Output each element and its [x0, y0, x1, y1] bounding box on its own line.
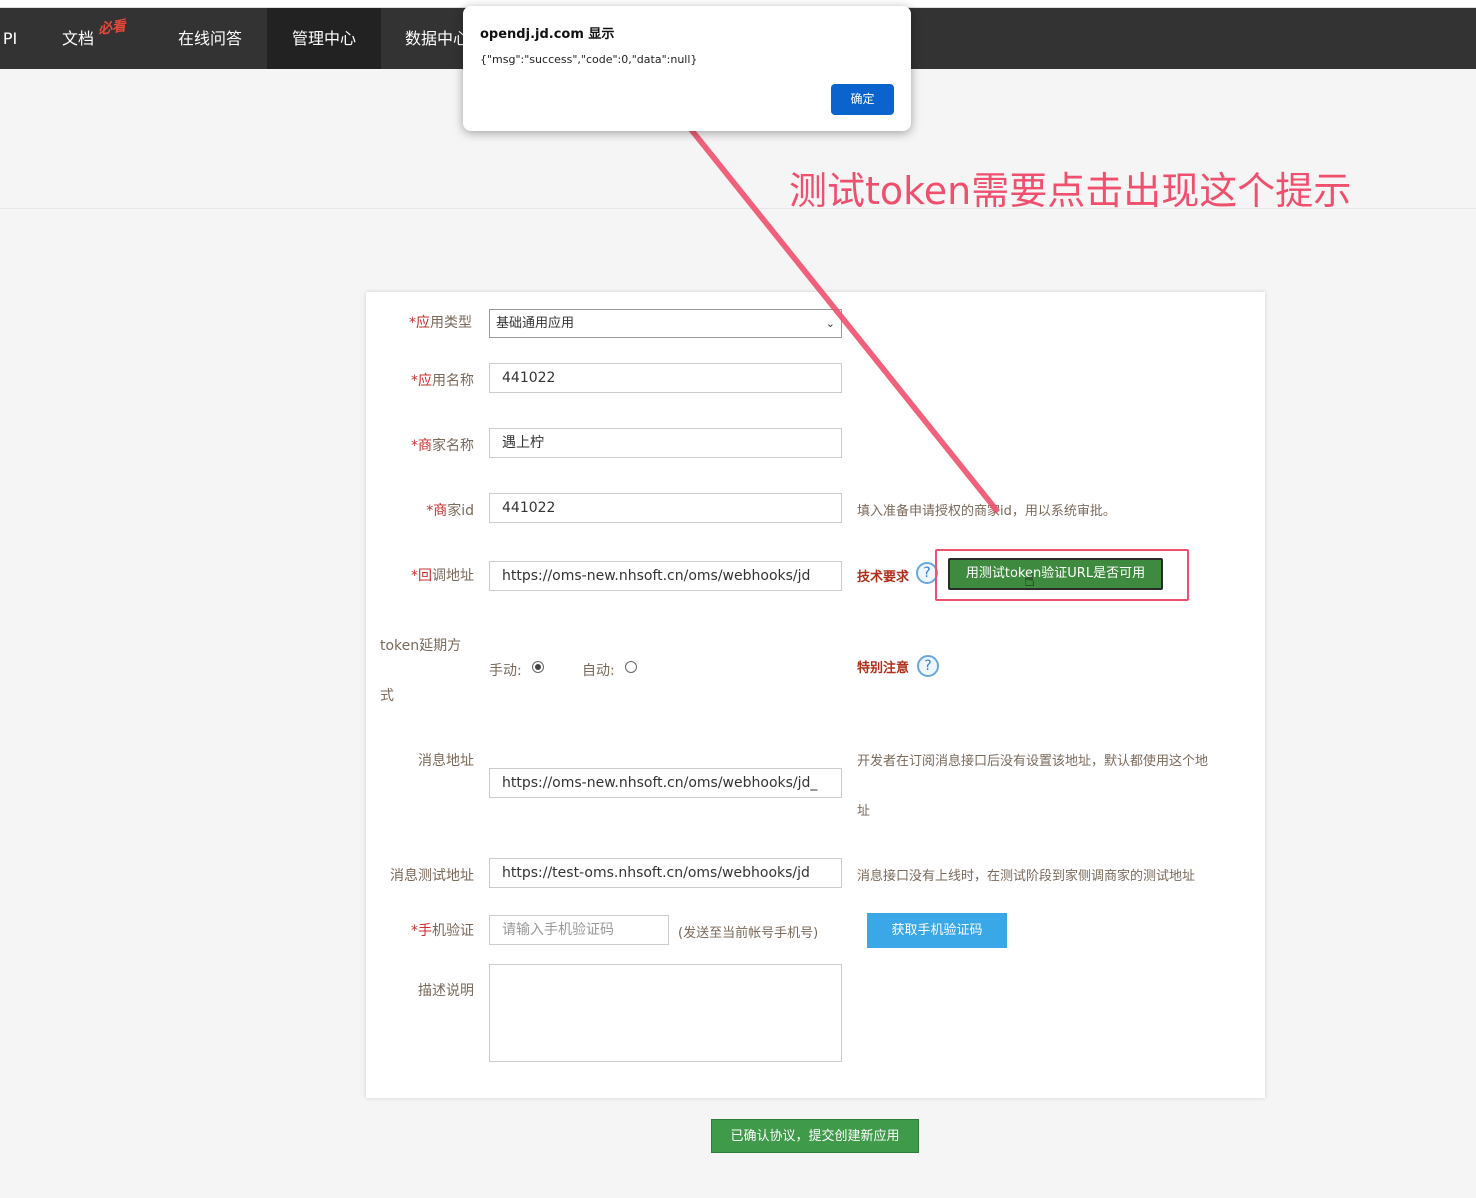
app-type-select[interactable]: 基础通用应用 ⌄ — [489, 309, 842, 338]
msg-address-input[interactable]: https://oms-new.nhsoft.cn/oms/webhooks/j… — [489, 768, 842, 798]
alert-message: {"msg":"success","code":0,"data":null} — [480, 53, 698, 66]
msg-address-hint-line1: 开发者在订阅消息接口后没有设置该地址，默认都使用这个地 — [857, 754, 1209, 769]
special-note-label: 特别注意 — [857, 661, 910, 676]
tech-requirement-label: 技术要求 — [857, 570, 910, 585]
alert-ok-button[interactable]: 确定 — [831, 84, 894, 115]
alert-dialog: opendj.jd.com 显示 {"msg":"success","code"… — [463, 6, 911, 131]
msg-test-address-label: 消息测试地址 — [390, 868, 474, 884]
annotation-text: 测试token需要点击出现这个提示 — [789, 169, 1352, 213]
nav-item-label: 管理中心 — [291, 29, 356, 48]
token-renewal-label-line2: 式 — [380, 688, 394, 704]
nav-item-label: 在线问答 — [177, 29, 242, 48]
auto-radio[interactable] — [625, 661, 637, 673]
nav-item-admin[interactable]: 管理中心 — [267, 8, 381, 69]
msg-address-label: 消息地址 — [418, 753, 474, 769]
msg-test-address-input[interactable]: https://test-oms.nhsoft.cn/oms/webhooks/… — [489, 858, 842, 888]
phone-hint: (发送至当前帐号手机号) — [678, 926, 819, 941]
callback-url-input[interactable]: https://oms-new.nhsoft.cn/oms/webhooks/j… — [489, 561, 842, 591]
merchant-id-input[interactable]: 441022 — [489, 493, 842, 523]
submit-button[interactable]: 已确认协议，提交创建新应用 — [711, 1119, 919, 1153]
msg-test-address-hint: 消息接口没有上线时，在测试阶段到家侧调商家的测试地址 — [857, 869, 1196, 884]
auto-radio-label: 自动: — [582, 663, 615, 679]
manual-radio[interactable] — [532, 661, 544, 673]
merchant-name-label: *商家名称 — [411, 438, 474, 454]
nav-item-api[interactable]: PI — [0, 8, 20, 69]
nav-item-label: 数据中心 — [405, 29, 470, 48]
alert-title: opendj.jd.com 显示 — [480, 27, 615, 42]
token-renewal-label-line1: token延期方 — [380, 638, 462, 654]
merchant-name-input[interactable]: 遇上柠 — [489, 428, 842, 458]
get-code-button[interactable]: 获取手机验证码 — [867, 913, 1007, 948]
app-type-label: *应用类型 — [409, 315, 472, 331]
manual-radio-label: 手动: — [489, 663, 522, 679]
description-label: 描述说明 — [418, 983, 474, 999]
merchant-id-hint: 填入准备申请授权的商家id，用以系统审批。 — [857, 504, 1116, 519]
nav-item-label: 文档 — [61, 29, 94, 48]
chevron-down-icon: ⌄ — [825, 317, 835, 330]
description-textarea[interactable] — [489, 964, 842, 1062]
msg-address-hint-line2: 址 — [857, 804, 871, 819]
phone-verify-label: *手机验证 — [411, 923, 474, 939]
help-icon[interactable]: ? — [917, 655, 939, 677]
nav-item-docs[interactable]: 文档必看 — [44, 8, 144, 69]
highlight-box — [935, 549, 1189, 601]
nav-item-label: PI — [2, 29, 18, 48]
callback-label: *回调地址 — [411, 568, 474, 584]
app-name-input[interactable]: 441022 — [489, 363, 842, 393]
hot-badge: 必看 — [97, 18, 127, 38]
app-type-value: 基础通用应用 — [496, 316, 575, 331]
app-name-label: *应用名称 — [411, 373, 474, 389]
nav-item-qa[interactable]: 在线问答 — [153, 8, 267, 69]
merchant-id-label: *商家id — [426, 503, 474, 519]
phone-code-input[interactable]: 请输入手机验证码 — [489, 915, 669, 945]
